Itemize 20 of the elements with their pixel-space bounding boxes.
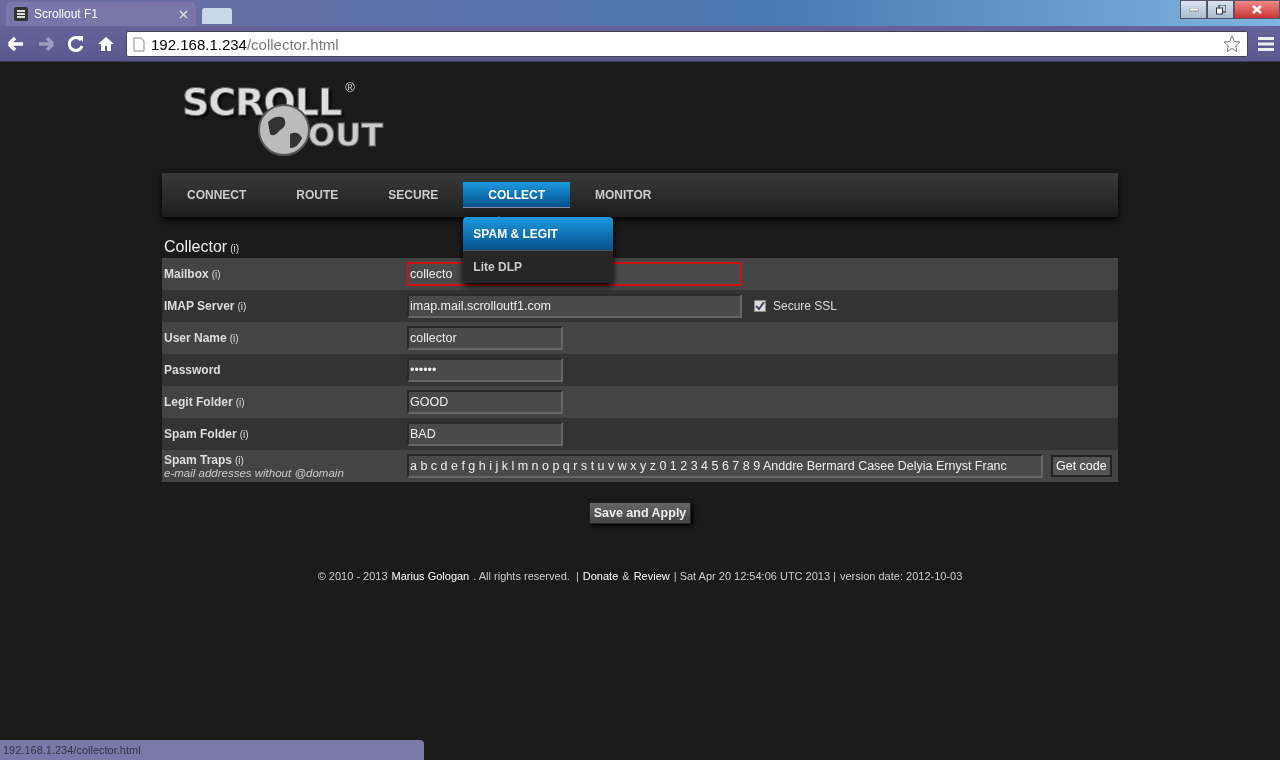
section-title: Collector <box>164 238 228 256</box>
tab-title: Scrollout F1 <box>34 7 100 21</box>
status-bar: 192.168.1.234/collector.html <box>0 740 424 760</box>
footer-text: version date: 2012-10-03 <box>840 570 963 582</box>
footer-text: & <box>622 570 630 582</box>
field-label: User Name <box>164 331 227 345</box>
copyright-text: © 2010 - 2013 <box>317 570 388 582</box>
field-label: Spam Folder <box>164 427 237 441</box>
field-label: Password <box>164 363 221 377</box>
footer-text: . All rights reserved. | <box>473 570 579 582</box>
field-label: Mailbox <box>164 267 209 281</box>
field-hint: e-mail addresses without @domain <box>164 467 345 479</box>
field-label: Legit Folder <box>164 395 233 409</box>
logo-text: OUT <box>308 116 383 154</box>
address-text: 192.168.1.234/collector.html <box>151 35 339 53</box>
footer-text: | Sat Apr 20 12:54:06 UTC 2013 | <box>673 570 836 582</box>
field-label: Spam Traps <box>164 453 233 467</box>
field-label: IMAP Server <box>164 299 235 313</box>
registered-mark: ® <box>345 80 355 95</box>
checkbox-label: Secure SSL <box>773 299 838 313</box>
